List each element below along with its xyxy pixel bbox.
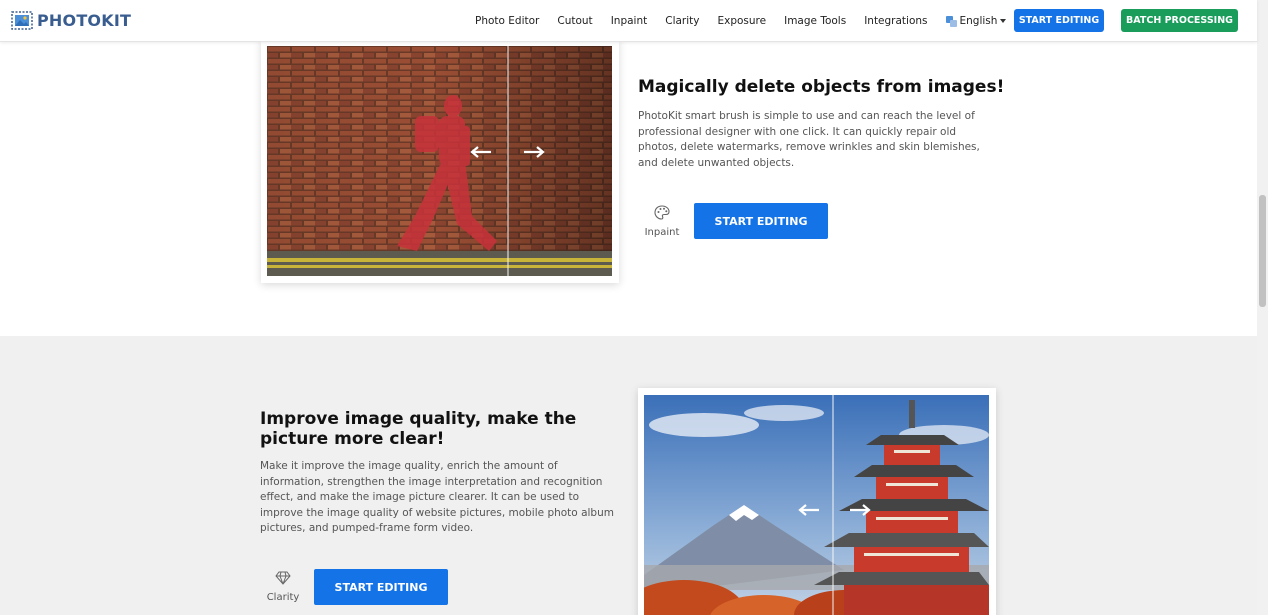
logo-icon xyxy=(11,11,33,30)
top-navbar: PHOTOKIT Photo Editor Cutout Inpaint Cla… xyxy=(0,0,1257,42)
language-label: English xyxy=(959,15,998,27)
clarity-heading: Improve image quality, make the picture … xyxy=(260,409,577,449)
inpaint-heading: Magically delete objects from images! xyxy=(638,77,1005,97)
arrow-left-icon xyxy=(470,146,491,158)
nav-integrations[interactable]: Integrations xyxy=(864,15,927,27)
page-scrollbar[interactable] xyxy=(1257,0,1268,615)
translate-icon xyxy=(945,15,957,27)
inpaint-comparison-image[interactable] xyxy=(267,46,612,276)
logo[interactable]: PHOTOKIT xyxy=(11,10,131,31)
nav-clarity[interactable]: Clarity xyxy=(665,15,699,27)
inpaint-comparison-card xyxy=(261,38,619,283)
nav-cutout[interactable]: Cutout xyxy=(557,15,592,27)
diamond-icon xyxy=(275,571,291,585)
arrow-right-icon xyxy=(524,146,545,158)
nav-inpaint[interactable]: Inpaint xyxy=(611,15,648,27)
main-nav: Photo Editor Cutout Inpaint Clarity Expo… xyxy=(475,0,1024,42)
inpaint-start-editing-button[interactable]: START EDITING xyxy=(694,203,828,239)
inpaint-description: PhotoKit smart brush is simple to use an… xyxy=(638,110,980,169)
batch-processing-button[interactable]: BATCH PROCESSING xyxy=(1121,9,1238,32)
clarity-tool-link[interactable]: Clarity xyxy=(262,570,304,603)
header-start-editing-button[interactable]: START EDITING xyxy=(1014,9,1104,32)
chevron-down-icon xyxy=(1000,19,1007,23)
inpaint-feature-section: Magically delete objects from images! Ph… xyxy=(0,38,1257,336)
clarity-description: Make it improve the image quality, enric… xyxy=(260,460,614,534)
logo-text: PHOTOKIT xyxy=(37,11,132,30)
brick-wall-photo xyxy=(267,46,612,276)
nav-photo-editor[interactable]: Photo Editor xyxy=(475,15,539,27)
clarity-feature-section: Improve image quality, make the picture … xyxy=(0,336,1257,615)
language-selector[interactable]: English xyxy=(945,15,1007,27)
clarity-comparison-card xyxy=(638,388,996,615)
scrollbar-thumb[interactable] xyxy=(1259,195,1266,307)
inpaint-tool-label: Inpaint xyxy=(644,227,680,238)
nav-exposure[interactable]: Exposure xyxy=(717,15,766,27)
palette-icon xyxy=(654,205,670,220)
clarity-tool-label: Clarity xyxy=(266,592,300,603)
arrow-right-icon xyxy=(850,504,871,516)
arrow-left-icon xyxy=(798,504,819,516)
clarity-start-editing-button[interactable]: START EDITING xyxy=(314,569,448,605)
inpaint-tool-link[interactable]: Inpaint xyxy=(641,205,683,238)
nav-image-tools[interactable]: Image Tools xyxy=(784,15,846,27)
